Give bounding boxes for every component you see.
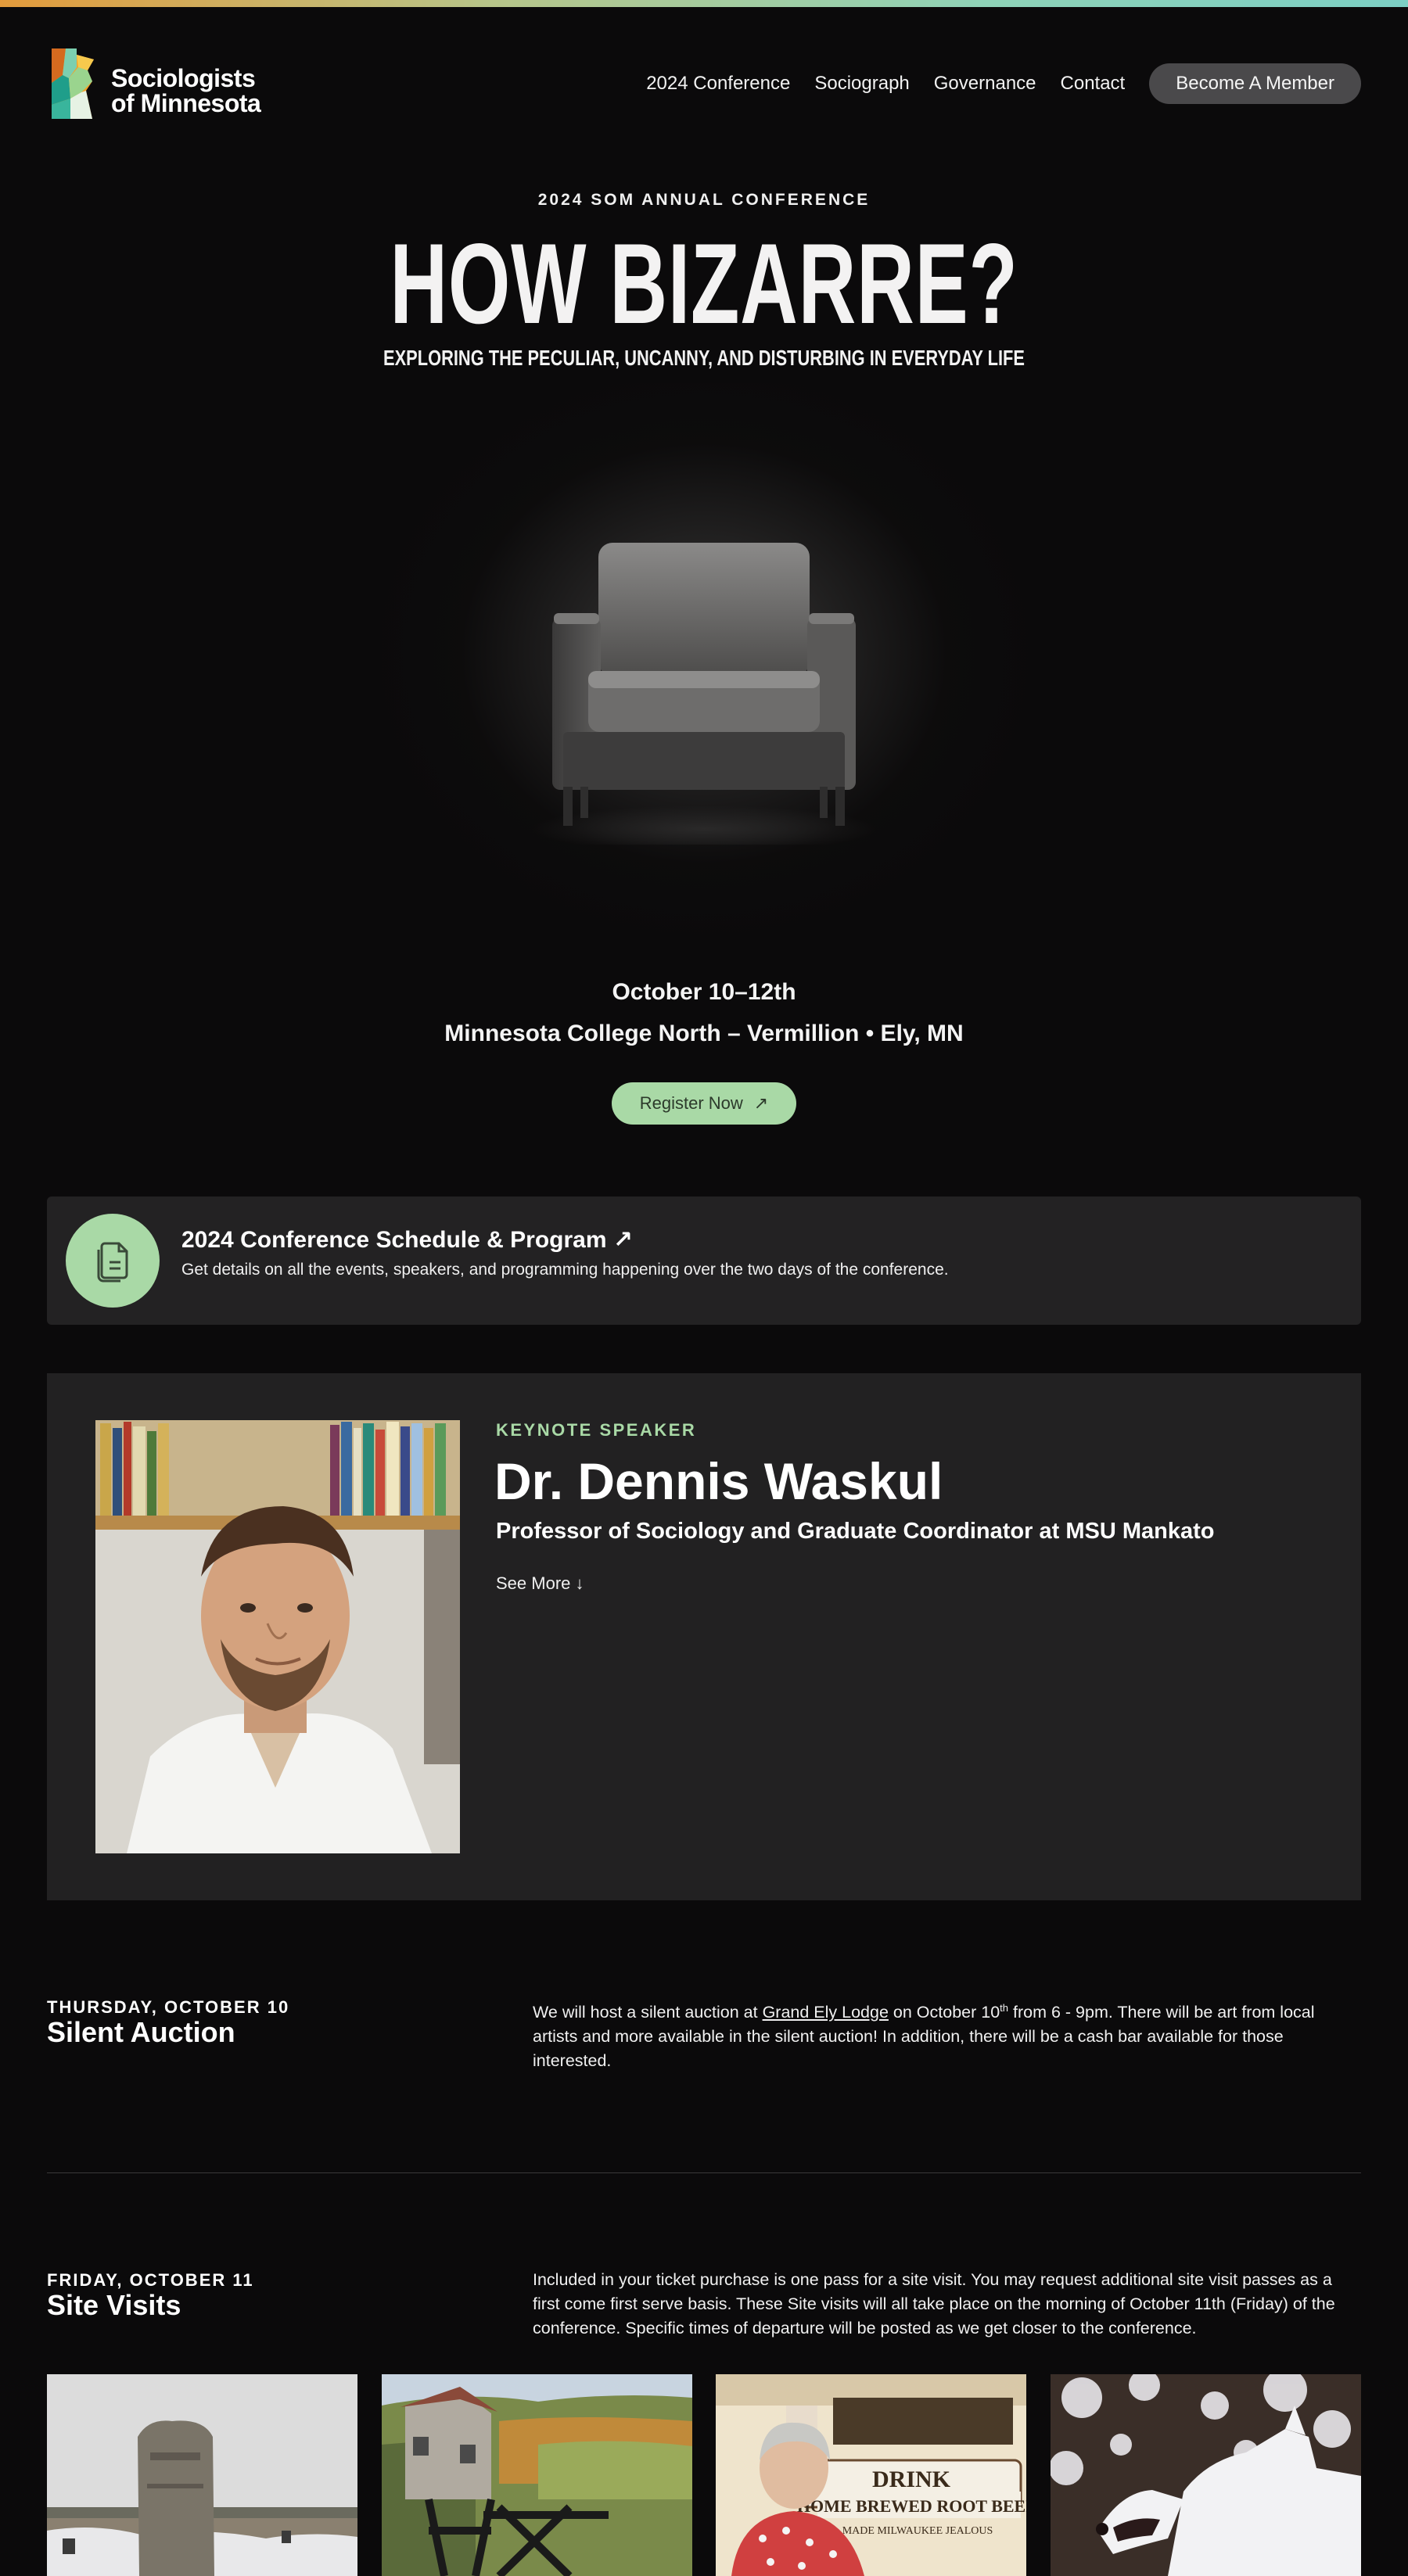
- register-now-button[interactable]: Register Now ↗: [612, 1082, 796, 1125]
- sign-root-beer-text: HOME BREWED ROOT BEER: [797, 2496, 1026, 2516]
- hero-subtitle: EXPLORING THE PECULIAR, UNCANNY, AND DIS…: [383, 346, 1025, 370]
- event-text-site-visits: Included in your ticket purchase is one …: [533, 2270, 1335, 2337]
- grand-ely-lodge-link[interactable]: Grand Ely Lodge: [763, 2003, 889, 2022]
- keynote-name: Dr. Dennis Waskul: [494, 1452, 943, 1510]
- become-member-button[interactable]: Become A Member: [1149, 63, 1361, 104]
- keynote-role: Professor of Sociology and Graduate Coor…: [496, 1519, 1215, 1544]
- main-nav: 2024 Conference Sociograph Governance Co…: [622, 63, 1361, 104]
- nav-link-contact[interactable]: Contact: [1061, 73, 1126, 95]
- hero-eyebrow: 2024 SOM ANNUAL CONFERENCE: [537, 191, 871, 209]
- sign-drink-text: DRINK: [872, 2467, 951, 2492]
- event-title-silent-auction: Silent Auction: [47, 2016, 235, 2048]
- mine-headframe-photo: [382, 2374, 692, 2576]
- logo-line-2: of Minnesota: [111, 89, 261, 117]
- site-header: Sociologists of Minnesota 2024 Conferenc…: [47, 44, 1361, 122]
- auction-text-part: We will host a silent auction at: [533, 2003, 763, 2022]
- schedule-program-card[interactable]: 2024 Conference Schedule & Program ↗ Get…: [47, 1197, 1361, 1325]
- event-title-site-visits: Site Visits: [47, 2289, 181, 2321]
- root-beer-lady-photo: DRINK HOME BREWED ROOT BEER MADE MILWAUK…: [716, 2374, 1026, 2576]
- auction-text-part: on October 10: [888, 2003, 1000, 2022]
- logo-line-1: Sociologists: [111, 64, 256, 92]
- section-divider: [47, 2172, 1361, 2173]
- nav-link-governance[interactable]: Governance: [934, 73, 1036, 95]
- nav-link-sociograph[interactable]: Sociograph: [814, 73, 909, 95]
- keynote-section: KEYNOTE SPEAKER Dr. Dennis Waskul Profes…: [47, 1373, 1361, 1900]
- event-date-friday: FRIDAY, OCTOBER 11: [47, 2270, 254, 2290]
- schedule-title: 2024 Conference Schedule & Program ↗: [181, 1227, 634, 1253]
- cemetery-photo: [47, 2374, 357, 2576]
- keynote-portrait: [95, 1420, 460, 1853]
- event-text-silent-auction: We will host a silent auction at Grand E…: [533, 1996, 1362, 2073]
- site-logo[interactable]: Sociologists of Minnesota: [47, 44, 282, 122]
- minnesota-logo-icon: [52, 48, 94, 119]
- superscript-th: th: [1000, 2002, 1009, 2014]
- logo-text: Sociologists of Minnesota: [111, 64, 261, 117]
- nav-link-2024-conference[interactable]: 2024 Conference: [646, 73, 790, 95]
- event-date-thursday: THURSDAY, OCTOBER 10: [47, 1997, 290, 2017]
- conference-dates: October 10–12th: [612, 979, 796, 1005]
- keynote-eyebrow: KEYNOTE SPEAKER: [496, 1420, 697, 1440]
- hero-title: HOW BIZARRE?: [390, 220, 1018, 347]
- documents-icon: [66, 1214, 160, 1308]
- wolf-photo: [1051, 2374, 1361, 2576]
- see-more-link[interactable]: See More ↓: [496, 1573, 584, 1594]
- armchair-image: [532, 543, 876, 845]
- sign-milwaukee-text: MADE MILWAUKEE JEALOUS: [842, 2525, 993, 2537]
- conference-venue: Minnesota College North – Vermillion • E…: [444, 1021, 964, 1046]
- register-label: Register Now: [639, 1093, 743, 1113]
- arrow-up-right-icon: ↗: [753, 1093, 769, 1113]
- top-gradient-bar: [0, 0, 1408, 7]
- schedule-description: Get details on all the events, speakers,…: [181, 1261, 949, 1279]
